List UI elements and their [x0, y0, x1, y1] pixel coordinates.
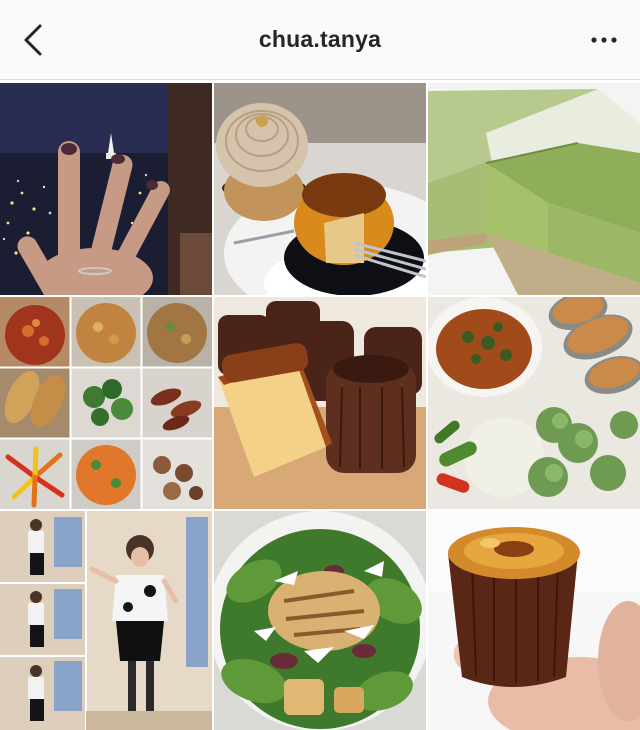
post-grid [0, 83, 640, 730]
post-matcha-cheesecake [428, 83, 640, 295]
post-caesar-salad [214, 511, 426, 730]
post-city-night-hand [0, 83, 212, 295]
profile-username: chua.tanya [258, 26, 382, 52]
post-meal-prep-collage [0, 297, 212, 509]
post-tile[interactable] [214, 511, 426, 730]
post-tile[interactable] [428, 297, 640, 509]
post-mont-blanc-cake [214, 83, 426, 295]
post-tile[interactable] [428, 511, 640, 730]
post-tile[interactable] [214, 297, 426, 509]
post-curry-vegetables [428, 297, 640, 509]
post-fashion-collage [0, 511, 212, 730]
post-caneles-board [214, 297, 426, 509]
post-tile[interactable] [0, 83, 212, 295]
post-tile[interactable] [0, 297, 212, 509]
more-horizontal-icon[interactable] [586, 22, 622, 58]
post-tile[interactable] [0, 511, 212, 730]
post-tile[interactable] [214, 83, 426, 295]
post-single-canele [428, 511, 640, 730]
post-tile[interactable] [428, 83, 640, 295]
top-navigation-bar: chua.tanya [0, 0, 640, 80]
